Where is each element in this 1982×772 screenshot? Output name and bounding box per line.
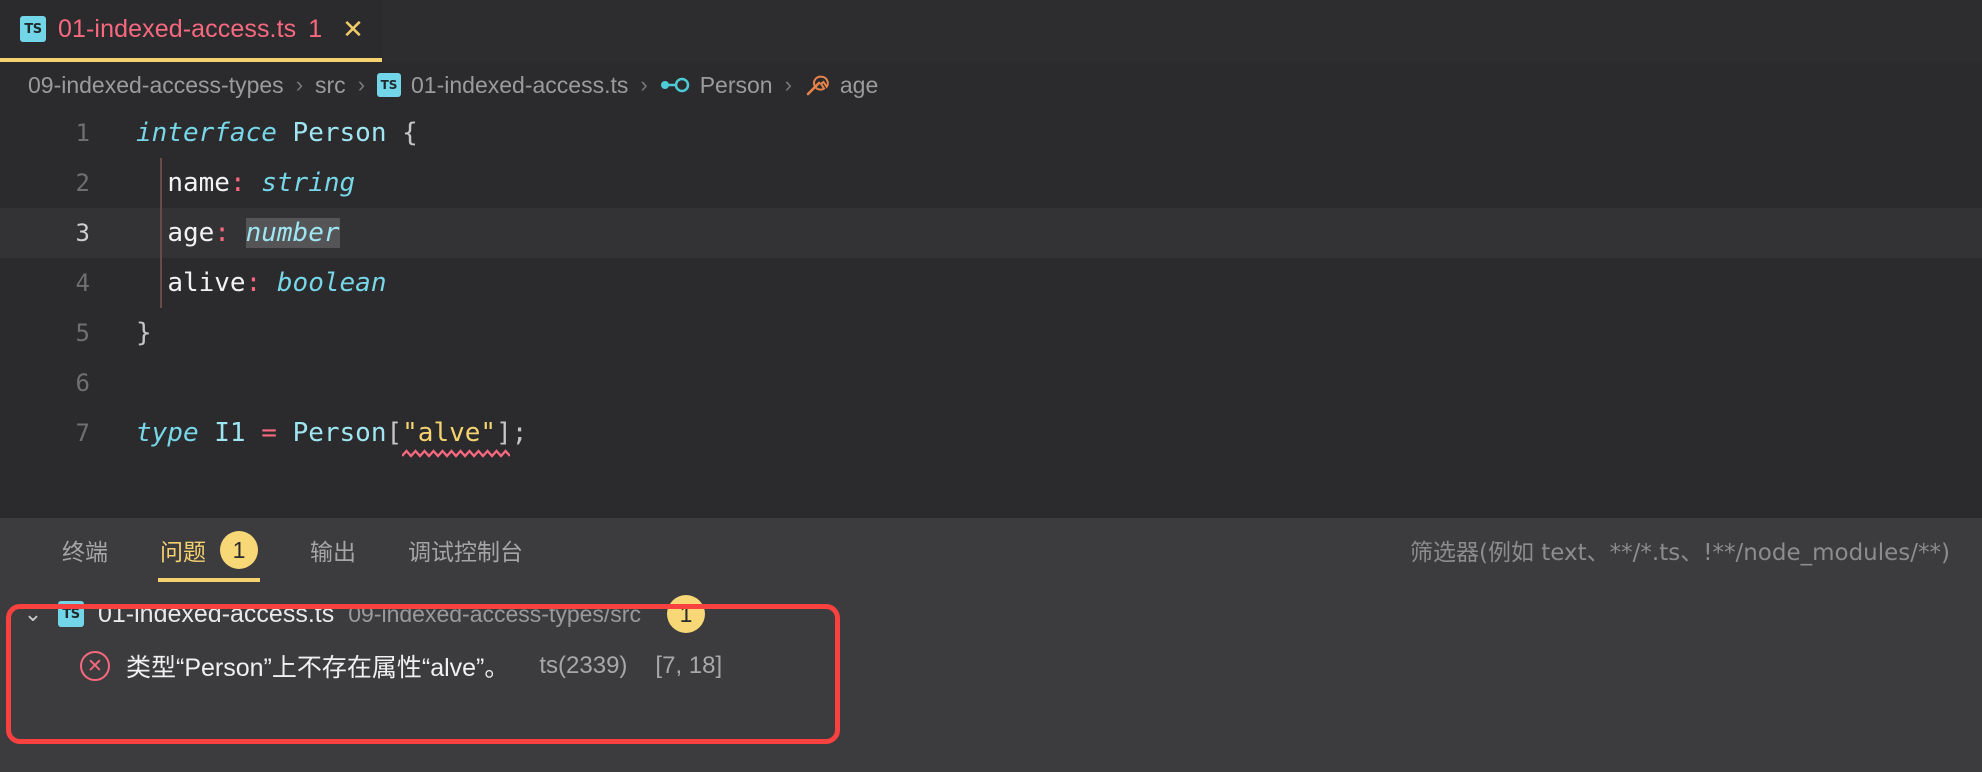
problem-item-row[interactable]: ✕ 类型“Person”上不存在属性“alve”。 ts(2339) [7, 1… — [0, 640, 1982, 692]
breadcrumb-item-age[interactable]: age — [804, 72, 878, 99]
property-name: alive — [167, 268, 246, 298]
bracket-close: ] — [496, 418, 512, 448]
breadcrumb-separator-icon: › — [784, 72, 792, 97]
property-name: age — [167, 218, 215, 248]
line-number: 2 — [75, 169, 90, 197]
code-line-3[interactable]: 3 age: number — [0, 208, 1982, 258]
breadcrumb-item-src[interactable]: src — [315, 72, 346, 99]
string-literal-text: "alve" — [402, 418, 497, 448]
chevron-down-icon[interactable]: ⌄ — [22, 601, 44, 627]
problems-file-path: 09-indexed-access-types/src — [348, 600, 641, 627]
code-editor[interactable]: 1 interface Person { 2 name: string 3 ag… — [0, 108, 1982, 518]
property-symbol-icon — [804, 72, 830, 98]
indent-guide — [160, 258, 162, 308]
code-content: type I1 = Person["alve"]; — [112, 418, 528, 458]
filter-input[interactable]: 筛选器(例如 text、**/*.ts、!**/node_modules/**) — [1410, 518, 1950, 582]
breadcrumb-item-folder[interactable]: 09-indexed-access-types — [28, 72, 284, 99]
breadcrumb-separator-icon: › — [295, 72, 304, 97]
keyword-type: type — [136, 418, 199, 448]
code-line-4[interactable]: 4 alive: boolean — [0, 258, 1982, 308]
editor-tab-problem-count: 1 — [308, 14, 323, 43]
code-line-5[interactable]: 5 } — [0, 308, 1982, 358]
problem-message: 类型“Person”上不存在属性“alve”。 — [126, 654, 510, 682]
brace-close: } — [136, 318, 152, 348]
problem-code: ts(2339) — [539, 652, 628, 679]
line-number: 1 — [75, 119, 90, 147]
problems-count-badge: 1 — [220, 531, 258, 569]
vscode-window: TS 01-indexed-access.ts 1 ✕ 09-indexed-a… — [0, 0, 1982, 772]
interface-symbol-icon — [660, 76, 690, 94]
problems-file-count-badge: 1 — [666, 595, 705, 633]
code-content: name: string — [112, 168, 355, 198]
semicolon: ; — [511, 418, 528, 448]
editor-tab-label: 01-indexed-access.ts — [58, 14, 297, 43]
code-line-6[interactable]: 6 — [0, 358, 1982, 408]
line-number: 7 — [75, 419, 90, 447]
breadcrumb-label: 09-indexed-access-types — [28, 71, 284, 98]
line-number: 5 — [75, 319, 90, 347]
tab-label: 问题 — [160, 540, 206, 566]
bracket-open: [ — [386, 418, 403, 448]
problem-position: [7, 18] — [655, 652, 723, 679]
indent-guide — [160, 158, 162, 208]
primitive-type: string — [261, 168, 356, 198]
tab-problems[interactable]: 问题 1 — [134, 518, 284, 582]
line-number: 3 — [75, 219, 90, 247]
code-line-1[interactable]: 1 interface Person { — [0, 108, 1982, 158]
keyword-interface: interface — [136, 118, 277, 148]
tab-label: 终端 — [62, 540, 108, 566]
breadcrumb-separator-icon: › — [357, 72, 366, 97]
code-content: interface Person { — [112, 118, 418, 148]
primitive-type-selected: number — [245, 218, 340, 248]
equals-operator: = — [261, 418, 277, 448]
typescript-file-icon: TS — [58, 601, 84, 627]
string-literal-alve: "alve" — [402, 418, 511, 458]
type-reference-person: Person — [292, 418, 387, 448]
primitive-type: boolean — [276, 268, 387, 298]
typescript-file-icon: TS — [377, 73, 402, 97]
line-number: 6 — [75, 369, 90, 397]
breadcrumb-item-person[interactable]: Person — [660, 72, 773, 99]
editor-tab-bar: TS 01-indexed-access.ts 1 ✕ — [0, 0, 1982, 62]
editor-tab-01-indexed-access-ts[interactable]: TS 01-indexed-access.ts 1 ✕ — [0, 0, 382, 62]
typescript-file-icon: TS — [20, 16, 46, 42]
tab-label: 输出 — [310, 540, 356, 566]
problems-file-name: 01-indexed-access.ts — [98, 599, 335, 628]
tab-output[interactable]: 输出 — [284, 518, 382, 582]
code-content: age: number — [112, 218, 340, 248]
colon: : — [229, 168, 246, 198]
colon: : — [214, 218, 230, 248]
breadcrumb-label: Person — [699, 71, 773, 98]
code-line-7[interactable]: 7 type I1 = Person["alve"]; — [0, 408, 1982, 458]
code-content: } — [112, 318, 152, 348]
code-content: alive: boolean — [112, 268, 386, 298]
close-icon[interactable]: ✕ — [342, 16, 364, 42]
colon: : — [245, 268, 262, 298]
line-number: 4 — [75, 269, 90, 297]
breadcrumb-item-file[interactable]: TS 01-indexed-access.ts — [377, 72, 628, 99]
type-name-person: Person — [292, 118, 387, 148]
type-alias-name: I1 — [214, 418, 246, 448]
bottom-panel: 终端 问题 1 输出 调试控制台 筛选器(例如 text、**/*.ts、!**… — [0, 518, 1982, 772]
tab-terminal[interactable]: 终端 — [36, 518, 134, 582]
breadcrumb: 09-indexed-access-types › src › TS 01-in… — [0, 62, 1982, 108]
brace-open: { — [402, 118, 418, 148]
filter-placeholder: 筛选器(例如 text、**/*.ts、!**/node_modules/**) — [1409, 540, 1950, 566]
tab-label: 调试控制台 — [408, 540, 523, 566]
problems-file-group-row[interactable]: ⌄ TS 01-indexed-access.ts 09-indexed-acc… — [0, 588, 1982, 640]
breadcrumb-label: age — [839, 71, 879, 98]
panel-tab-bar: 终端 问题 1 输出 调试控制台 筛选器(例如 text、**/*.ts、!**… — [0, 518, 1982, 582]
breadcrumb-label: 01-indexed-access.ts — [411, 71, 629, 98]
error-icon: ✕ — [80, 651, 110, 681]
breadcrumb-label: src — [315, 71, 346, 98]
indent-guide — [160, 208, 162, 258]
problems-list: ⌄ TS 01-indexed-access.ts 09-indexed-acc… — [0, 582, 1982, 692]
tab-debug-console[interactable]: 调试控制台 — [382, 518, 549, 582]
code-line-2[interactable]: 2 name: string — [0, 158, 1982, 208]
error-squiggle-icon — [402, 449, 511, 458]
breadcrumb-separator-icon: › — [640, 72, 648, 97]
property-name: name — [167, 168, 230, 198]
